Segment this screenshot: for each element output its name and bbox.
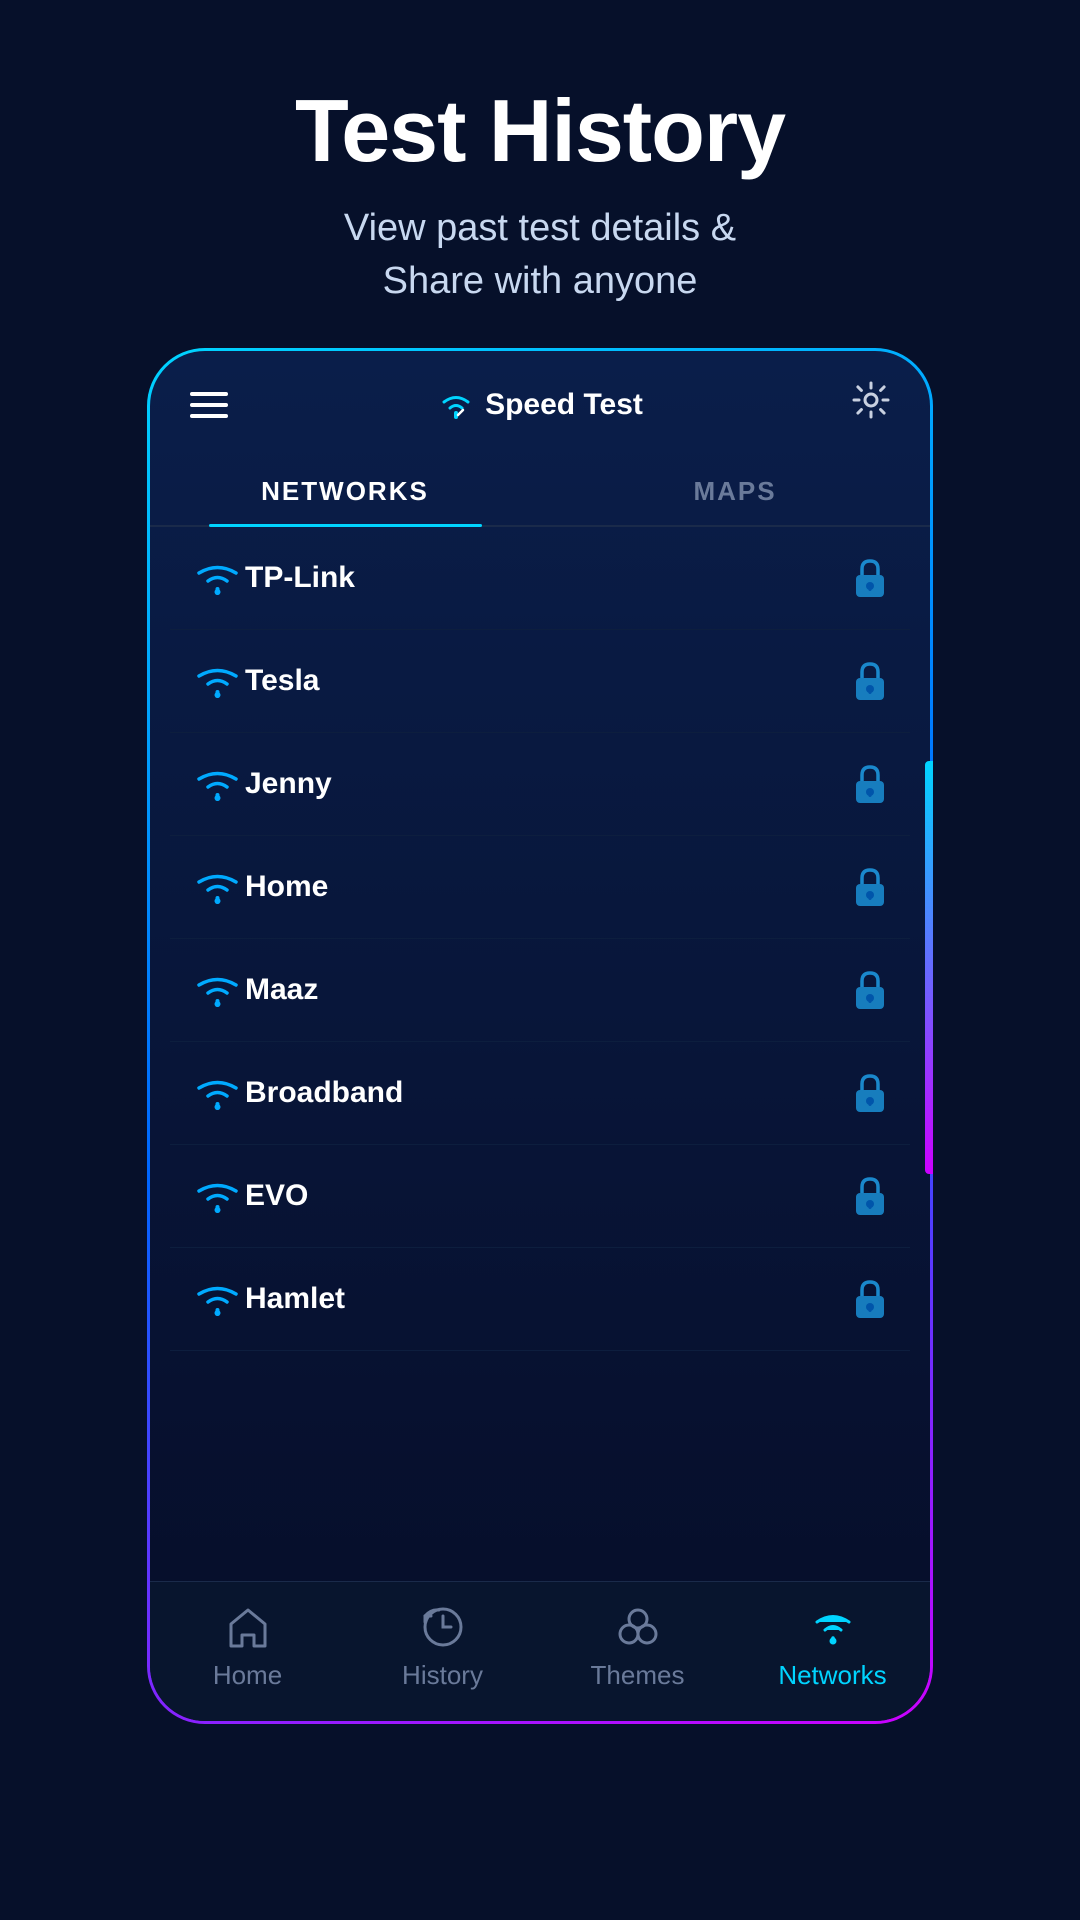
settings-button[interactable]: [852, 381, 890, 428]
wifi-signal-icon: [190, 866, 245, 908]
network-name: Hamlet: [245, 1282, 850, 1316]
lock-icon: [850, 658, 890, 704]
wifi-signal-icon: [190, 763, 245, 805]
network-name: Jenny: [245, 767, 850, 801]
phone-screen: Speed Test NETWORKS MAPS: [150, 351, 930, 1721]
network-name: Maaz: [245, 973, 850, 1007]
history-icon: [418, 1602, 468, 1652]
lock-icon: [850, 1276, 890, 1322]
nav-themes[interactable]: Themes: [573, 1602, 703, 1691]
page-subtitle: View past test details &Share with anyon…: [40, 202, 1040, 308]
network-item[interactable]: Maaz: [170, 939, 910, 1042]
menu-button[interactable]: [190, 392, 228, 418]
lock-icon: [850, 761, 890, 807]
home-icon: [223, 1602, 273, 1652]
network-item[interactable]: TP-Link: [170, 527, 910, 630]
page-title: Test History: [40, 80, 1040, 182]
bottom-nav: Home History The: [150, 1581, 930, 1721]
network-name: Broadband: [245, 1076, 850, 1110]
nav-history[interactable]: History: [378, 1602, 508, 1691]
nav-history-label: History: [402, 1660, 483, 1691]
wifi-signal-icon: [190, 1072, 245, 1114]
wifi-signal-icon: [190, 1175, 245, 1217]
tab-networks[interactable]: NETWORKS: [150, 458, 540, 525]
app-title: Speed Test: [437, 388, 643, 422]
lock-icon: [850, 967, 890, 1013]
nav-home-label: Home: [213, 1660, 282, 1691]
network-item[interactable]: Jenny: [170, 733, 910, 836]
nav-networks-label: Networks: [778, 1660, 886, 1691]
lock-icon: [850, 1070, 890, 1116]
network-item[interactable]: Broadband: [170, 1042, 910, 1145]
lock-icon: [850, 864, 890, 910]
tab-maps[interactable]: MAPS: [540, 458, 930, 525]
network-name: EVO: [245, 1179, 850, 1213]
network-item[interactable]: Tesla: [170, 630, 910, 733]
wifi-signal-icon: [190, 660, 245, 702]
network-item[interactable]: Hamlet: [170, 1248, 910, 1351]
lock-icon: [850, 555, 890, 601]
app-logo-icon: [437, 389, 475, 421]
network-item[interactable]: EVO: [170, 1145, 910, 1248]
tabs-row: NETWORKS MAPS: [150, 458, 930, 527]
app-bar: Speed Test: [150, 351, 930, 448]
wifi-signal-icon: [190, 969, 245, 1011]
header-section: Test History View past test details &Sha…: [0, 0, 1080, 348]
nav-home[interactable]: Home: [183, 1602, 313, 1691]
wifi-signal-icon: [190, 557, 245, 599]
networks-icon: [808, 1602, 858, 1652]
nav-themes-label: Themes: [591, 1660, 685, 1691]
network-name: TP-Link: [245, 561, 850, 595]
nav-networks[interactable]: Networks: [768, 1602, 898, 1691]
phone-frame: Speed Test NETWORKS MAPS: [147, 348, 933, 1724]
wifi-signal-icon: [190, 1278, 245, 1320]
themes-icon: [613, 1602, 663, 1652]
lock-icon: [850, 1173, 890, 1219]
edge-accent: [925, 761, 930, 1174]
network-name: Tesla: [245, 664, 850, 698]
network-item[interactable]: Home: [170, 836, 910, 939]
network-list: TP-Link Tesla: [150, 527, 930, 1581]
network-name: Home: [245, 870, 850, 904]
